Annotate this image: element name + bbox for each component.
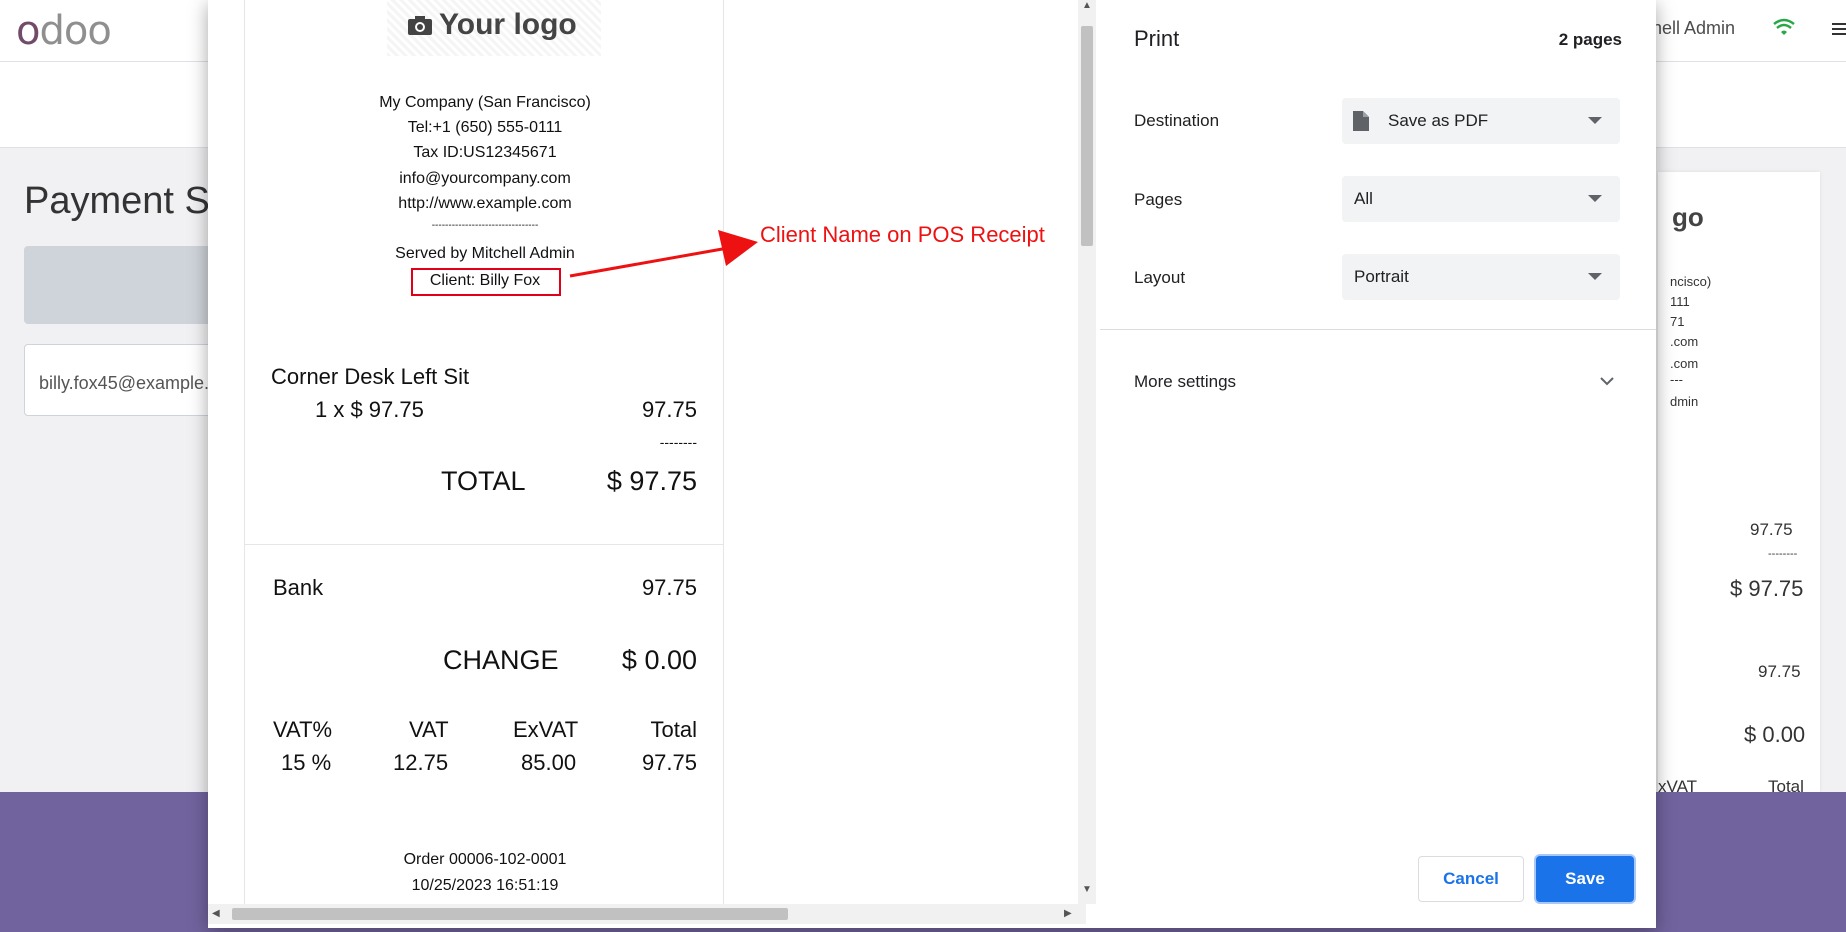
bg-receipt-line: ---	[1670, 372, 1683, 387]
payment-amount: 97.75	[641, 575, 697, 600]
scroll-right-icon[interactable]: ▶	[1064, 908, 1072, 919]
menu-icon[interactable]	[1832, 22, 1846, 36]
print-preview: Your logo My Company (San Francisco) Tel…	[208, 0, 1096, 928]
preview-area[interactable]: Your logo My Company (San Francisco) Tel…	[208, 0, 1078, 904]
bg-receipt-col: Total	[1768, 777, 1804, 792]
background-receipt: go ncisco) 111 71 .com .com --- dmin 97.…	[1658, 172, 1820, 792]
more-settings-toggle[interactable]: More settings	[1134, 372, 1236, 392]
save-button[interactable]: Save	[1536, 856, 1634, 902]
bg-receipt-line: ncisco)	[1670, 274, 1712, 289]
vertical-scroll-thumb[interactable]	[1081, 26, 1093, 246]
dropdown-arrow-icon	[1588, 273, 1602, 280]
tax-cell-vat: 12.75	[393, 750, 449, 775]
horizontal-scrollbar[interactable]: ◀ ▶	[208, 904, 1086, 924]
receipt-logo: Your logo	[387, 0, 601, 56]
email-field[interactable]: billy.fox45@example.	[24, 344, 224, 416]
dropdown-arrow-icon	[1588, 117, 1602, 124]
company-name: My Company (San Francisco)	[379, 94, 591, 111]
product-qty-price: 1 x $ 97.75	[315, 397, 424, 422]
payment-method: Bank	[273, 575, 324, 600]
file-icon	[1353, 111, 1369, 131]
tax-cell-total: 97.75	[641, 750, 697, 775]
order-number: Order 00006-102-0001	[403, 851, 567, 868]
pages-value: All	[1354, 189, 1373, 208]
scroll-down-icon[interactable]: ▼	[1082, 884, 1092, 895]
pages-label: Pages	[1134, 190, 1183, 209]
company-phone: Tel:+1 (650) 555-0111	[407, 119, 563, 136]
tax-header-total: Total	[650, 717, 697, 742]
page-count: 2 pages	[1558, 30, 1622, 49]
order-datetime: 10/25/2023 16:51:19	[411, 877, 559, 894]
camera-icon	[408, 16, 432, 35]
bg-receipt-dashes: --------	[1768, 548, 1798, 560]
total-label: TOTAL	[441, 466, 526, 496]
bg-receipt-col: xVAT	[1658, 777, 1698, 792]
destination-value: Save as PDF	[1388, 111, 1489, 130]
receipt-page-2: Bank 97.75 CHANGE $ 0.00 VAT% VAT ExVAT …	[244, 544, 724, 904]
print-dialog: Your logo My Company (San Francisco) Tel…	[208, 0, 1656, 928]
chevron-down-icon[interactable]	[1600, 376, 1614, 386]
tax-cell-vat-percent: 15 %	[281, 750, 332, 775]
total-dashes: --------	[659, 434, 697, 450]
bg-receipt-logo: go	[1672, 202, 1704, 232]
wifi-icon	[1773, 18, 1795, 35]
dropdown-arrow-icon	[1588, 195, 1602, 202]
change-label: CHANGE	[443, 645, 559, 675]
odoo-logo[interactable]: odoo	[16, 8, 112, 54]
annotation-arrow	[569, 230, 758, 278]
payment-method-panel[interactable]	[24, 246, 224, 324]
page-title: Payment Su	[24, 180, 231, 222]
tax-header-exvat: ExVAT	[513, 717, 579, 742]
print-settings-panel: Print 2 pages Destination Save as PDF Pa…	[1100, 0, 1656, 928]
bg-receipt-line: dmin	[1670, 394, 1699, 409]
bg-receipt-line: .com	[1670, 356, 1699, 371]
change-value: $ 0.00	[621, 645, 697, 675]
tax-header-vat-percent: VAT%	[273, 717, 333, 742]
product-total: 97.75	[641, 397, 697, 422]
user-name[interactable]: hell Admin	[1652, 18, 1735, 39]
pages-select[interactable]: All	[1342, 176, 1620, 222]
scroll-left-icon[interactable]: ◀	[212, 908, 220, 919]
company-website: http://www.example.com	[398, 195, 572, 212]
bg-receipt-amount: 97.75	[1750, 520, 1793, 539]
company-tax-id: Tax ID:US12345671	[413, 144, 557, 161]
tax-header-vat: VAT	[409, 717, 449, 742]
vertical-scrollbar[interactable]: ▲ ▼	[1078, 0, 1096, 904]
bg-receipt-line: 111	[1670, 294, 1690, 309]
bg-receipt-line: .com	[1670, 334, 1699, 349]
destination-select[interactable]: Save as PDF	[1342, 98, 1620, 144]
tax-cell-exvat: 85.00	[521, 750, 577, 775]
bg-receipt-amount: 97.75	[1758, 662, 1801, 681]
bg-receipt-line: 71	[1670, 314, 1685, 329]
horizontal-scroll-thumb[interactable]	[232, 908, 788, 920]
settings-divider	[1100, 329, 1656, 330]
bg-receipt-change: $ 0.00	[1744, 722, 1806, 747]
total-value: $ 97.75	[606, 466, 697, 496]
scroll-up-icon[interactable]: ▲	[1082, 0, 1092, 11]
layout-select[interactable]: Portrait	[1342, 254, 1620, 300]
bg-receipt-total: $ 97.75	[1730, 576, 1804, 601]
destination-label: Destination	[1134, 111, 1220, 130]
layout-value: Portrait	[1354, 267, 1409, 286]
cancel-button[interactable]: Cancel	[1418, 856, 1524, 902]
product-name: Corner Desk Left Sit	[271, 364, 470, 389]
company-email: info@yourcompany.com	[399, 170, 571, 187]
logo-text: Your logo	[439, 8, 577, 41]
annotation-label: Client Name on POS Receipt	[760, 222, 1045, 247]
print-title: Print	[1134, 26, 1180, 51]
layout-label: Layout	[1134, 268, 1186, 287]
